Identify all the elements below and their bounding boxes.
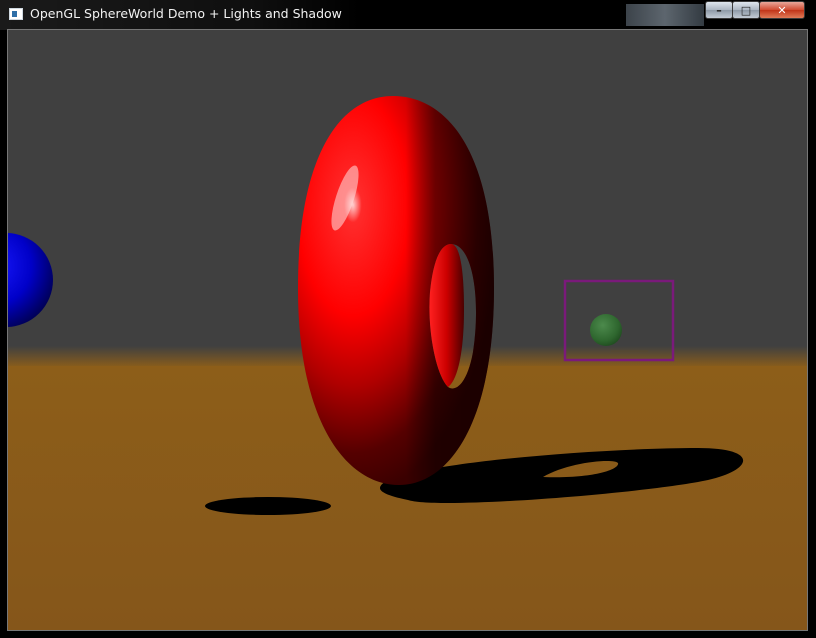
background-taskbar-icons [626, 4, 704, 26]
green-sphere [590, 314, 622, 346]
minimize-button[interactable]: – [705, 1, 733, 19]
title-bar[interactable]: OpenGL SphereWorld Demo + Lights and Sha… [0, 0, 816, 30]
app-icon[interactable] [9, 8, 23, 20]
small-shadow [205, 497, 331, 515]
window-title: OpenGL SphereWorld Demo + Lights and Sha… [30, 6, 342, 21]
scene-canvas [8, 30, 807, 630]
maximize-button[interactable]: □ [732, 1, 760, 19]
app-window: OpenGL SphereWorld Demo + Lights and Sha… [0, 0, 816, 638]
opengl-viewport[interactable] [7, 29, 808, 631]
window-controls: – □ ✕ [705, 1, 805, 21]
close-button[interactable]: ✕ [759, 1, 805, 19]
